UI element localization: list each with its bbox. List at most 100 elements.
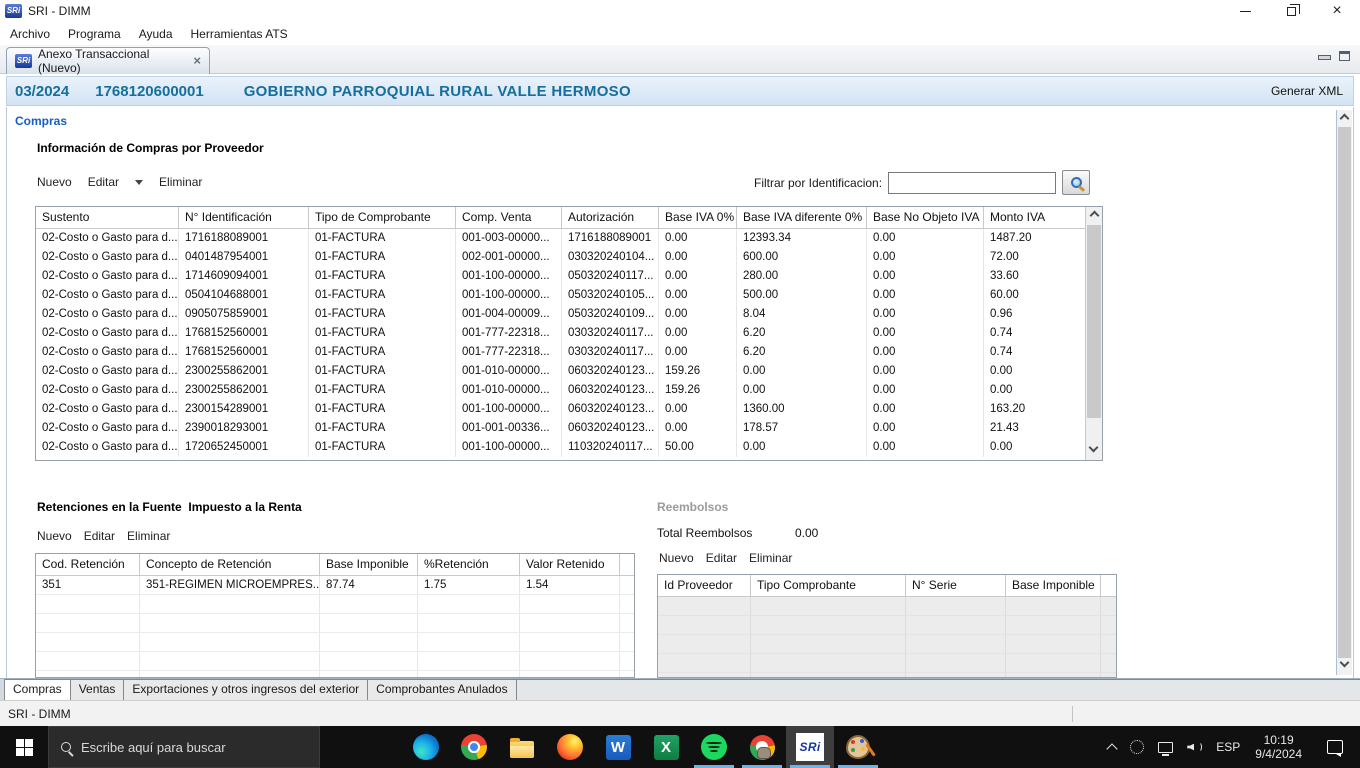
compras-eliminar-button[interactable]: Eliminar (159, 175, 202, 189)
taskbar-excel[interactable]: X (642, 726, 690, 768)
taskbar-edge[interactable] (402, 726, 450, 768)
column-header[interactable]: N° Identificación (178, 207, 308, 228)
empty-cell (1005, 597, 1100, 615)
table-row[interactable]: 02-Costo o Gasto para d... 1720652450001 0… (36, 438, 1087, 457)
content-scroll-down-icon[interactable] (1339, 657, 1350, 668)
retenciones-eliminar-button[interactable]: Eliminar (127, 529, 170, 543)
column-header[interactable] (1100, 575, 1116, 596)
compras-table-scrollbar[interactable] (1085, 207, 1102, 460)
table-cell: 001-100-00000... (455, 286, 561, 305)
table-row[interactable]: 02-Costo o Gasto para d... 2300255862001 0… (36, 362, 1087, 381)
restore-button[interactable] (1268, 0, 1314, 22)
table-row[interactable]: 02-Costo o Gasto para d... 1714609094001 0… (36, 267, 1087, 286)
table-cell: 0.00 (658, 305, 736, 324)
column-header[interactable]: Base IVA diferente 0% (736, 207, 866, 228)
column-header[interactable]: Valor Retenido (519, 554, 619, 575)
column-header[interactable]: Tipo Comprobante (750, 575, 905, 596)
taskbar-chrome-alt[interactable] (738, 726, 786, 768)
tray-language-button[interactable]: ESP (1209, 726, 1247, 768)
taskbar-sri-dimm[interactable]: SRi (786, 726, 834, 768)
content-scrollbar[interactable] (1336, 110, 1352, 675)
reembolsos-editar-button[interactable]: Editar (706, 551, 737, 565)
filter-search-button[interactable] (1062, 170, 1091, 195)
reembolsos-eliminar-button[interactable]: Eliminar (749, 551, 792, 565)
firefox-icon (557, 734, 583, 760)
column-header[interactable]: Monto IVA (983, 207, 1087, 228)
view-maximize-icon[interactable] (1339, 51, 1350, 61)
restore-icon (1286, 3, 1300, 16)
compras-editar-button[interactable]: Editar (88, 175, 119, 189)
menu-archivo[interactable]: Archivo (10, 27, 50, 41)
table-cell: 001-100-00000... (455, 267, 561, 286)
table-row[interactable]: 02-Costo o Gasto para d... 1768152560001 0… (36, 343, 1087, 362)
action-center-button[interactable] (1310, 726, 1360, 768)
menu-ayuda[interactable]: Ayuda (139, 27, 173, 41)
table-row[interactable]: 02-Costo o Gasto para d... 0401487954001 0… (36, 248, 1087, 267)
view-minimize-icon[interactable] (1318, 51, 1331, 60)
tab-exportaciones[interactable]: Exportaciones y otros ingresos del exter… (124, 679, 369, 700)
taskbar-spotify[interactable] (690, 726, 738, 768)
scroll-up-icon[interactable] (1089, 210, 1099, 221)
table-row[interactable]: 351 351-REGIMEN MICROEMPRES... 87.74 1.75 1.… (36, 576, 634, 595)
column-header[interactable]: Base IVA 0% (658, 207, 736, 228)
tray-expand-button[interactable] (1101, 726, 1123, 768)
close-icon: × (1332, 2, 1342, 19)
column-header[interactable]: Base Imponible (319, 554, 417, 575)
generar-xml-button[interactable]: Generar XML (1271, 84, 1343, 98)
column-header[interactable]: Concepto de Retención (139, 554, 319, 575)
tray-clock[interactable]: 10:19 9/4/2024 (1247, 733, 1310, 761)
table-cell: 0.00 (983, 438, 1087, 457)
close-button[interactable]: × (1314, 0, 1360, 22)
scroll-thumb[interactable] (1087, 225, 1101, 418)
table-row[interactable]: 02-Costo o Gasto para d... 2300154289001 0… (36, 400, 1087, 419)
start-button[interactable] (0, 726, 48, 768)
column-header[interactable]: Id Proveedor (658, 575, 750, 596)
column-header[interactable]: Base No Objeto IVA (866, 207, 983, 228)
filter-input[interactable] (888, 171, 1057, 194)
minimize-button[interactable] (1222, 0, 1268, 22)
tray-volume-button[interactable] (1180, 726, 1209, 768)
table-row[interactable]: 02-Costo o Gasto para d... 0905075859001 0… (36, 305, 1087, 324)
taskbar-paint[interactable] (834, 726, 882, 768)
tray-ink-button[interactable] (1123, 726, 1151, 768)
content-scroll-up-icon[interactable] (1339, 113, 1350, 124)
table-cell: 1.75 (417, 576, 519, 594)
content-scroll-thumb[interactable] (1338, 127, 1351, 658)
column-header[interactable]: Autorización (561, 207, 658, 228)
table-row[interactable]: 02-Costo o Gasto para d... 1768152560001 0… (36, 324, 1087, 343)
table-cell: 60.00 (983, 286, 1087, 305)
table-row[interactable]: 02-Costo o Gasto para d... 1716188089001 0… (36, 229, 1087, 248)
retenciones-nuevo-button[interactable]: Nuevo (37, 529, 72, 543)
table-row[interactable]: 02-Costo o Gasto para d... 2300255862001 0… (36, 381, 1087, 400)
column-header[interactable]: Sustento (36, 207, 178, 228)
tab-close-icon[interactable]: × (193, 54, 201, 67)
column-header[interactable]: N° Serie (905, 575, 1005, 596)
editar-dropdown-icon[interactable] (135, 179, 144, 185)
retenciones-editar-button[interactable]: Editar (84, 529, 115, 543)
menu-programa[interactable]: Programa (68, 27, 121, 41)
taskbar-file-explorer[interactable] (498, 726, 546, 768)
tab-ventas[interactable]: Ventas (70, 679, 125, 700)
tab-anexo-transaccional[interactable]: SRi Anexo Transaccional (Nuevo) × (6, 47, 210, 75)
column-header[interactable]: Comp. Venta (455, 207, 561, 228)
tab-compras[interactable]: Compras (4, 679, 71, 700)
scroll-down-icon[interactable] (1088, 442, 1099, 453)
taskbar-search[interactable]: Escribe aquí para buscar (48, 726, 320, 768)
column-header[interactable]: %Retención (417, 554, 519, 575)
column-header[interactable] (619, 554, 634, 575)
reembolsos-nuevo-button[interactable]: Nuevo (659, 551, 694, 565)
menu-herramientas-ats[interactable]: Herramientas ATS (191, 27, 288, 41)
table-row[interactable]: 02-Costo o Gasto para d... 2390018293001 0… (36, 419, 1087, 438)
table-cell: 163.20 (983, 400, 1087, 419)
compras-nuevo-button[interactable]: Nuevo (37, 175, 72, 189)
column-header[interactable]: Cod. Retención (36, 554, 139, 575)
taskbar-chrome[interactable] (450, 726, 498, 768)
taskbar-firefox[interactable] (546, 726, 594, 768)
tray-network-button[interactable] (1151, 726, 1180, 768)
taskbar-word[interactable]: W (594, 726, 642, 768)
column-header[interactable]: Tipo de Comprobante (308, 207, 455, 228)
column-header[interactable]: Base Imponible (1005, 575, 1100, 596)
table-cell: 0.00 (658, 419, 736, 438)
tab-comprobantes-anulados[interactable]: Comprobantes Anulados (368, 679, 517, 700)
table-row[interactable]: 02-Costo o Gasto para d... 0504104688001 0… (36, 286, 1087, 305)
